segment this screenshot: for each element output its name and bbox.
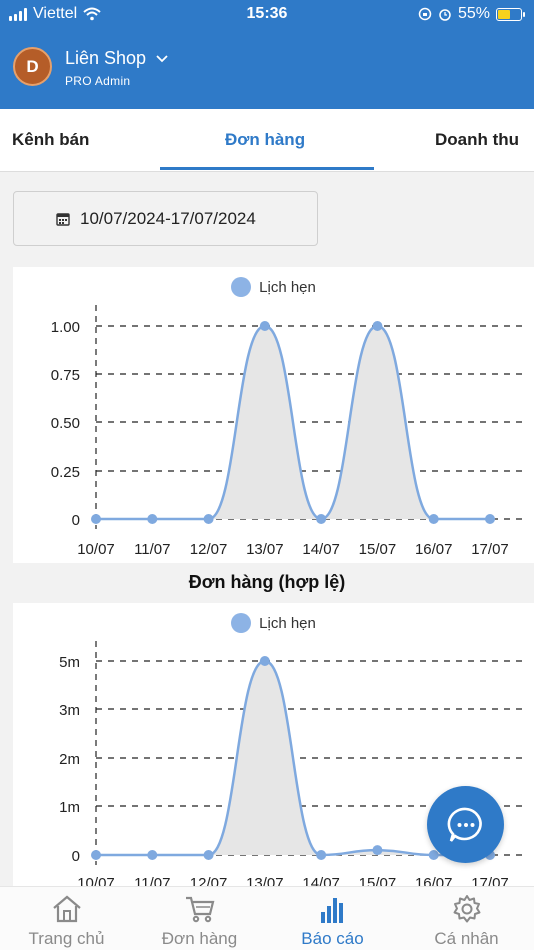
nav-don-hang[interactable]: Đơn hàng bbox=[133, 887, 266, 950]
data-point[interactable] bbox=[203, 514, 214, 524]
x-tick-label: 14/07 bbox=[302, 541, 340, 558]
nav-trang-chu[interactable]: Trang chủ bbox=[0, 887, 133, 950]
x-tick-label: 13/07 bbox=[246, 875, 284, 886]
data-point[interactable] bbox=[147, 850, 158, 860]
nav-label: Báo cáo bbox=[301, 929, 364, 948]
x-tick-label: 15/07 bbox=[359, 875, 397, 886]
x-tick-label: 11/07 bbox=[134, 541, 170, 558]
bottom-nav: Trang chủ Đơn hàng Báo cáo Cá nhân bbox=[0, 886, 534, 950]
shop-switcher[interactable]: Liên Shop bbox=[65, 48, 168, 69]
date-range-text: 10/07/2024-17/07/2024 bbox=[80, 208, 256, 228]
y-tick-label: 3m bbox=[59, 702, 80, 719]
data-point[interactable] bbox=[316, 850, 327, 860]
y-tick-label: 0 bbox=[72, 512, 80, 529]
data-point[interactable] bbox=[91, 850, 101, 860]
avatar[interactable]: D bbox=[13, 47, 52, 86]
app-header: Viettel 15:36 55% D Liên Shop PRO Admin bbox=[0, 0, 534, 109]
shop-name: Liên Shop bbox=[65, 48, 147, 68]
x-tick-label: 13/07 bbox=[246, 541, 284, 558]
lock-rotation-icon bbox=[418, 7, 432, 21]
battery-icon bbox=[496, 7, 525, 21]
y-tick-label: 2m bbox=[59, 751, 80, 768]
data-point[interactable] bbox=[372, 845, 383, 856]
x-tick-label: 11/07 bbox=[134, 875, 170, 886]
nav-label: Trang chủ bbox=[28, 929, 105, 948]
y-tick-label: 0 bbox=[72, 848, 80, 865]
data-point[interactable] bbox=[91, 514, 101, 524]
data-point[interactable] bbox=[316, 514, 327, 524]
data-point[interactable] bbox=[147, 514, 158, 524]
x-tick-label: 16/07 bbox=[415, 875, 453, 886]
cart-icon bbox=[185, 896, 214, 923]
x-tick-label: 17/07 bbox=[471, 875, 509, 886]
x-tick-label: 10/07 bbox=[77, 541, 115, 558]
data-point[interactable] bbox=[485, 514, 495, 524]
active-tab-indicator bbox=[160, 167, 374, 170]
chat-bubble-icon bbox=[447, 807, 482, 842]
y-tick-label: 0.50 bbox=[51, 415, 80, 432]
tab-kenh-ban[interactable]: Kênh bán bbox=[12, 109, 89, 171]
data-point[interactable] bbox=[428, 514, 439, 524]
y-tick-label: 0.75 bbox=[51, 367, 80, 384]
y-tick-label: 1.00 bbox=[51, 319, 80, 336]
data-point[interactable] bbox=[372, 321, 383, 331]
tab-doanh-thu[interactable]: Doanh thu bbox=[435, 109, 519, 171]
tab-don-hang[interactable]: Đơn hàng bbox=[225, 109, 305, 171]
x-tick-label: 12/07 bbox=[190, 541, 228, 558]
nav-label: Đơn hàng bbox=[161, 929, 238, 948]
chat-button[interactable] bbox=[427, 786, 504, 863]
x-tick-label: 16/07 bbox=[415, 541, 453, 558]
y-tick-label: 1m bbox=[59, 799, 80, 816]
y-tick-label: 5m bbox=[59, 654, 80, 671]
calendar-icon bbox=[56, 213, 70, 226]
gear-icon bbox=[453, 895, 480, 923]
x-tick-label: 14/07 bbox=[302, 875, 340, 886]
chart-2-title: Đơn hàng (hợp lệ) bbox=[188, 572, 346, 592]
nav-label: Cá nhân bbox=[434, 929, 499, 948]
user-role: PRO Admin bbox=[65, 74, 131, 88]
x-tick-label: 10/07 bbox=[77, 875, 115, 886]
data-point[interactable] bbox=[203, 850, 214, 860]
x-tick-label: 12/07 bbox=[190, 875, 228, 886]
nav-ca-nhan[interactable]: Cá nhân bbox=[400, 887, 533, 950]
data-point[interactable] bbox=[259, 656, 270, 666]
chart-1: 0 0.25 0.50 0.75 1.00 10/07 11/07 12/07 13/07 14/… bbox=[51, 305, 528, 558]
x-tick-label: 15/07 bbox=[359, 541, 397, 558]
bar-chart-icon bbox=[320, 898, 343, 923]
battery-percent: 55% bbox=[457, 5, 490, 22]
home-icon bbox=[52, 895, 81, 923]
data-point[interactable] bbox=[259, 321, 270, 331]
date-range-picker[interactable]: 10/07/2024-17/07/2024 bbox=[13, 191, 318, 246]
report-tabs: Kênh bán Đơn hàng Doanh thu bbox=[0, 109, 534, 172]
y-tick-label: 0.25 bbox=[51, 464, 80, 481]
alarm-icon bbox=[439, 9, 451, 21]
nav-bao-cao[interactable]: Báo cáo bbox=[266, 887, 399, 950]
x-tick-label: 17/07 bbox=[471, 541, 509, 558]
chevron-down-icon bbox=[156, 54, 168, 62]
status-bar: Viettel 15:36 55% bbox=[0, 0, 534, 30]
